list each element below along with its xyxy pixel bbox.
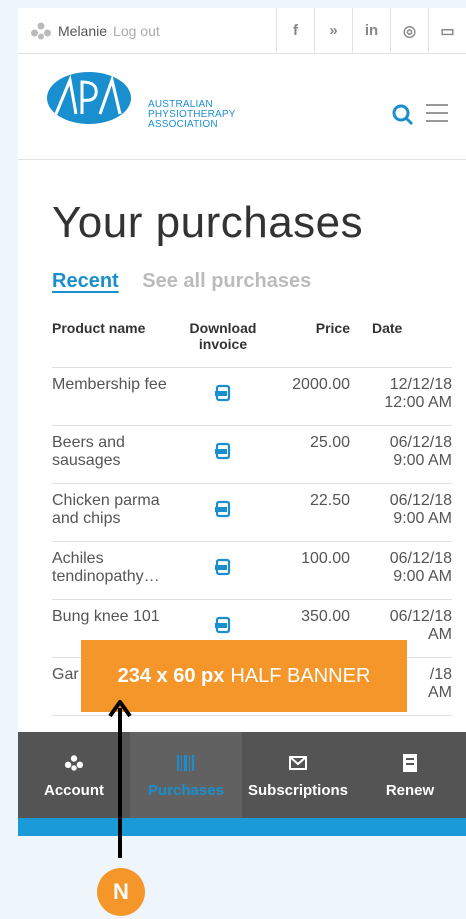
table-row: Membership fee 2000.00 12/12/18 12:00 AM bbox=[52, 368, 452, 426]
invoice-download-icon[interactable] bbox=[214, 500, 232, 518]
banner-size: 234 x 60 px bbox=[117, 664, 225, 687]
invoice-download-icon[interactable] bbox=[214, 442, 232, 460]
download-invoice-cell bbox=[178, 434, 268, 483]
date-time: 9:00 AM bbox=[393, 568, 452, 585]
date-time: 9:00 AM bbox=[393, 510, 452, 527]
tab-see-all-purchases[interactable]: See all purchases bbox=[142, 270, 311, 292]
hamburger-menu-icon[interactable] bbox=[426, 104, 448, 122]
price: 100.00 bbox=[301, 550, 350, 567]
nav-renew[interactable]: Renew bbox=[354, 732, 466, 818]
invoice-download-icon[interactable] bbox=[214, 558, 232, 576]
nav-subscriptions[interactable]: Subscriptions bbox=[242, 732, 354, 818]
youtube-icon[interactable]: ▭ bbox=[428, 8, 466, 54]
product-name: Beers and sausages bbox=[52, 434, 125, 469]
date: 06/12/18 9:00 AM bbox=[350, 434, 452, 483]
header-date: Date bbox=[372, 320, 403, 336]
price: 22.50 bbox=[309, 492, 350, 509]
user-name: Melanie bbox=[58, 22, 108, 39]
linkedin-icon[interactable]: in bbox=[352, 8, 390, 54]
tab-recent[interactable]: Recent bbox=[52, 270, 119, 292]
top-utility-bar: Melanie Log out f » in ◎ ▭ bbox=[18, 8, 466, 54]
nav-account-label: Account bbox=[44, 781, 104, 799]
product-name: Membership fee bbox=[52, 376, 167, 393]
nav-subscriptions-label: Subscriptions bbox=[247, 781, 348, 799]
page-title: Your purchases bbox=[52, 198, 364, 247]
instagram-icon[interactable]: ◎ bbox=[390, 8, 428, 54]
product-name: Chicken parma and chips bbox=[52, 492, 160, 527]
receipt-icon bbox=[403, 753, 417, 772]
annotation-arrow-icon bbox=[108, 700, 132, 858]
table-header: Product name Download invoice Price Date bbox=[52, 320, 452, 368]
user-info: Melanie Log out bbox=[18, 22, 248, 40]
site-header: AUSTRALIAN PHYSIOTHERAPY ASSOCIATION bbox=[18, 54, 466, 160]
banner-label: HALF BANNER bbox=[230, 664, 371, 687]
date-time: 9:00 AM bbox=[393, 452, 452, 469]
price: 25.00 bbox=[309, 434, 350, 451]
date-day: 06/12/18 bbox=[389, 492, 452, 509]
nav-purchases[interactable]: Purchases bbox=[130, 732, 242, 818]
nav-purchases-label: Purchases bbox=[148, 781, 224, 799]
bottom-navigation: Account Purchases Subscriptions Renew bbox=[18, 732, 466, 818]
date-day: 12/12/18 bbox=[389, 376, 452, 393]
product-name: Achiles tendinopathy… bbox=[52, 550, 160, 585]
invoice-download-icon[interactable] bbox=[214, 616, 232, 634]
apa-user-icon bbox=[31, 22, 51, 39]
twitter-icon[interactable]: » bbox=[314, 8, 352, 54]
header-download-invoice: Download invoice bbox=[189, 320, 257, 352]
social-links: f » in ◎ ▭ bbox=[276, 8, 466, 54]
invoice-download-icon[interactable] bbox=[214, 384, 232, 402]
date: 06/12/18 9:00 AM bbox=[350, 550, 452, 599]
logout-link[interactable]: Log out bbox=[113, 23, 160, 39]
nav-renew-label: Renew bbox=[385, 781, 435, 799]
date: 12/12/18 12:00 AM bbox=[350, 376, 452, 425]
table-row: Achiles tendinopathy… 100.00 06/12/18 9:00 … bbox=[52, 542, 452, 600]
apa-logo[interactable] bbox=[46, 70, 132, 126]
date-time: 12:00 AM bbox=[384, 394, 452, 411]
price: 2000.00 bbox=[292, 376, 350, 393]
date-day: 06/12/18 bbox=[389, 608, 452, 625]
annotation-marker: N bbox=[97, 868, 145, 916]
table-row: Beers and sausages 25.00 06/12/18 9:00 AM bbox=[52, 426, 452, 484]
download-invoice-cell bbox=[178, 376, 268, 425]
header-price: Price bbox=[315, 320, 350, 336]
logo-wordmark: AUSTRALIAN PHYSIOTHERAPY ASSOCIATION bbox=[148, 99, 236, 130]
download-invoice-cell bbox=[178, 550, 268, 599]
table-row: Chicken parma and chips 22.50 06/12/18 9:00… bbox=[52, 484, 452, 542]
download-invoice-cell bbox=[178, 492, 268, 541]
envelope-icon bbox=[289, 755, 307, 770]
facebook-icon[interactable]: f bbox=[276, 8, 314, 54]
footer-accent-bar bbox=[18, 818, 466, 836]
search-icon[interactable] bbox=[392, 104, 414, 126]
barcode-icon bbox=[177, 754, 194, 771]
header-product-name: Product name bbox=[52, 320, 146, 336]
date: 06/12/18 9:00 AM bbox=[350, 492, 452, 541]
date-day: 06/12/18 bbox=[389, 434, 452, 451]
purchase-tabs: Recent See all purchases bbox=[52, 270, 311, 293]
account-icon bbox=[64, 754, 84, 771]
date-day: 06/12/18 bbox=[389, 550, 452, 567]
